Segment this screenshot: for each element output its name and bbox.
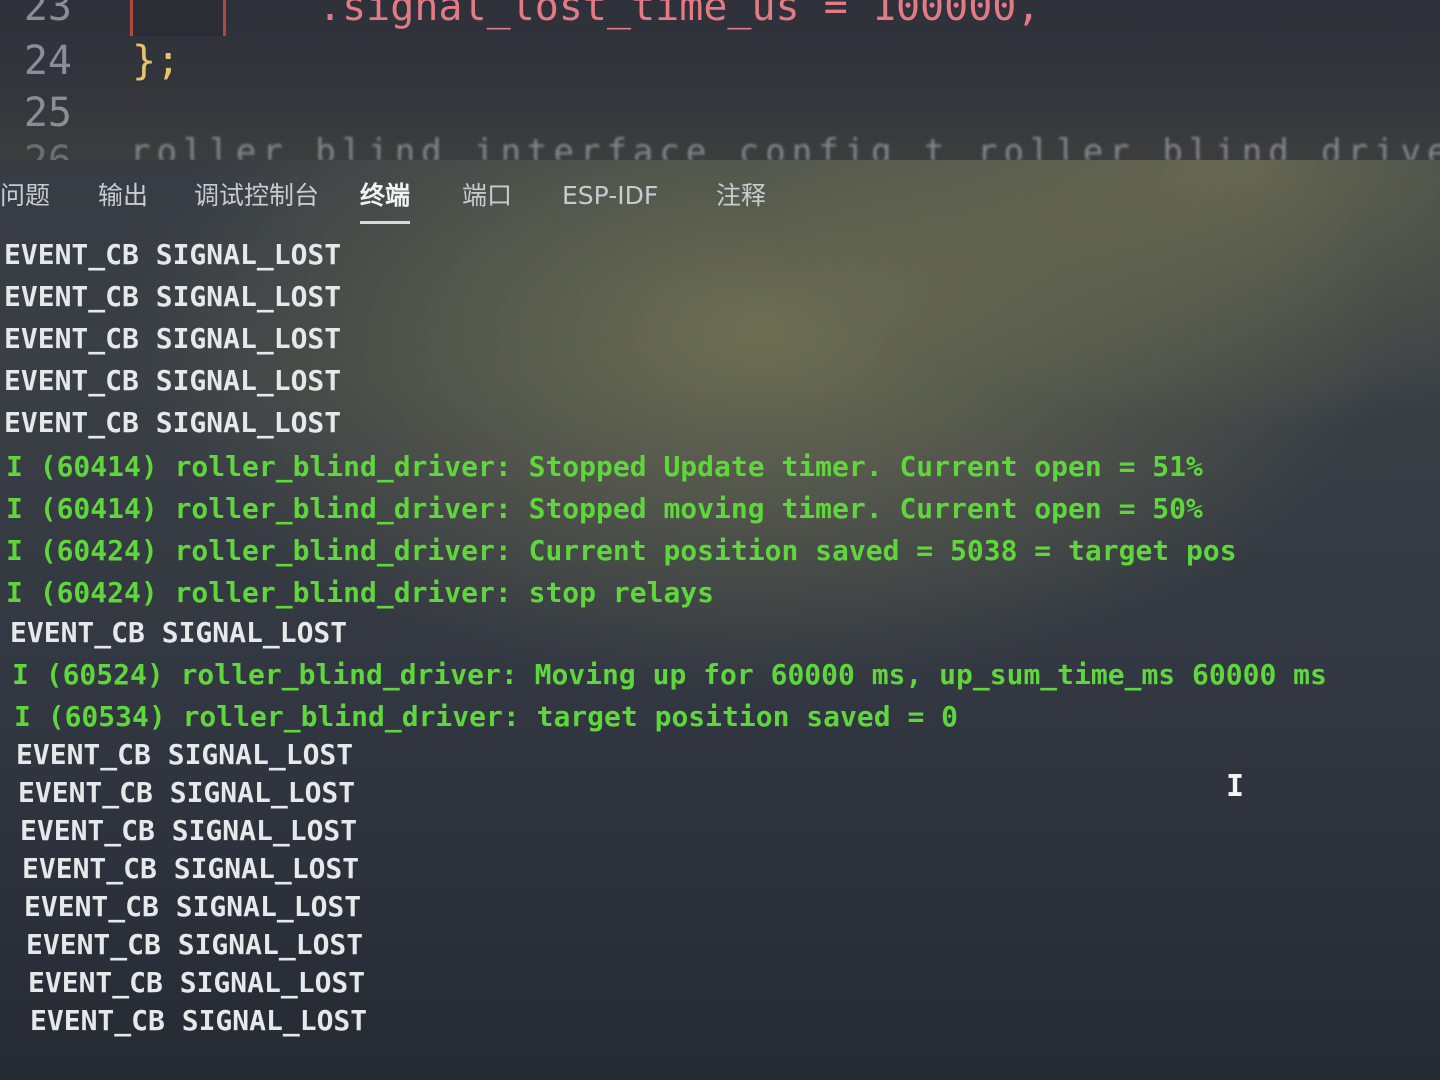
terminal-line: EVENT_CB SIGNAL_LOST bbox=[22, 852, 360, 885]
line-number: 23 bbox=[23, 0, 72, 30]
bottom-panel: 问题 输出 调试控制台 终端 端口 ESP-IDF 注释 EVENT_CB SI… bbox=[0, 160, 1440, 1080]
terminal-line: EVENT_CB SIGNAL_LOST bbox=[20, 814, 358, 847]
terminal-line: EVENT_CB SIGNAL_LOST bbox=[16, 738, 354, 771]
tab-terminal[interactable]: 终端 bbox=[360, 174, 411, 224]
tab-comments[interactable]: 注释 bbox=[716, 174, 766, 224]
terminal-line: EVENT_CB SIGNAL_LOST bbox=[30, 1004, 368, 1037]
line-number: 26 bbox=[0, 138, 110, 160]
terminal-line: EVENT_CB SIGNAL_LOST bbox=[26, 928, 364, 961]
text-cursor-icon: Ι bbox=[1226, 769, 1245, 804]
terminal-line: EVENT_CB SIGNAL_LOST bbox=[4, 364, 342, 397]
terminal-line: I (60414) roller_blind_driver: Stopped U… bbox=[6, 450, 1203, 483]
tab-ports[interactable]: 端口 bbox=[462, 174, 512, 224]
terminal-output[interactable]: EVENT_CB SIGNAL_LOST EVENT_CB SIGNAL_LOS… bbox=[0, 230, 1440, 1080]
terminal-line: EVENT_CB SIGNAL_LOST bbox=[4, 322, 342, 355]
line-number: 24 bbox=[23, 38, 72, 84]
line-number: 25 bbox=[23, 90, 72, 136]
terminal-line: EVENT_CB SIGNAL_LOST bbox=[28, 966, 366, 999]
code-line[interactable]: .signal_lost_time_us = 100000, bbox=[318, 0, 1040, 30]
code-editor[interactable]: 23 .signal_lost_time_us = 100000, 24 }; … bbox=[0, 0, 1440, 160]
terminal-line: EVENT_CB SIGNAL_LOST bbox=[4, 280, 342, 313]
terminal-line: I (60414) roller_blind_driver: Stopped m… bbox=[6, 492, 1203, 525]
terminal-line: EVENT_CB SIGNAL_LOST bbox=[18, 776, 356, 809]
code-line-partial: roller_blind_interface_config_t roller_b… bbox=[130, 132, 1440, 160]
tab-debug-console[interactable]: 调试控制台 bbox=[194, 174, 319, 224]
terminal-line: EVENT_CB SIGNAL_LOST bbox=[4, 238, 342, 271]
terminal-line: I (60424) roller_blind_driver: Current p… bbox=[6, 534, 1237, 567]
terminal-line: EVENT_CB SIGNAL_LOST bbox=[4, 406, 342, 439]
tab-output[interactable]: 输出 bbox=[98, 174, 148, 224]
terminal-line: EVENT_CB SIGNAL_LOST bbox=[24, 890, 362, 923]
indent-guide bbox=[130, 0, 226, 36]
panel-tabs: 问题 输出 调试控制台 终端 端口 ESP-IDF 注释 bbox=[0, 174, 1440, 226]
terminal-line: I (60424) roller_blind_driver: stop rela… bbox=[6, 576, 715, 609]
terminal-line: EVENT_CB SIGNAL_LOST bbox=[10, 616, 348, 649]
terminal-line: I (60524) roller_blind_driver: Moving up… bbox=[12, 658, 1327, 691]
code-line[interactable]: }; bbox=[132, 38, 180, 84]
terminal-line: I (60534) roller_blind_driver: target po… bbox=[14, 700, 959, 733]
tab-problems[interactable]: 问题 bbox=[0, 174, 50, 224]
code-line-text: .signal_lost_time_us = 100000, bbox=[318, 0, 1041, 30]
tab-esp-idf[interactable]: ESP-IDF bbox=[562, 174, 658, 224]
